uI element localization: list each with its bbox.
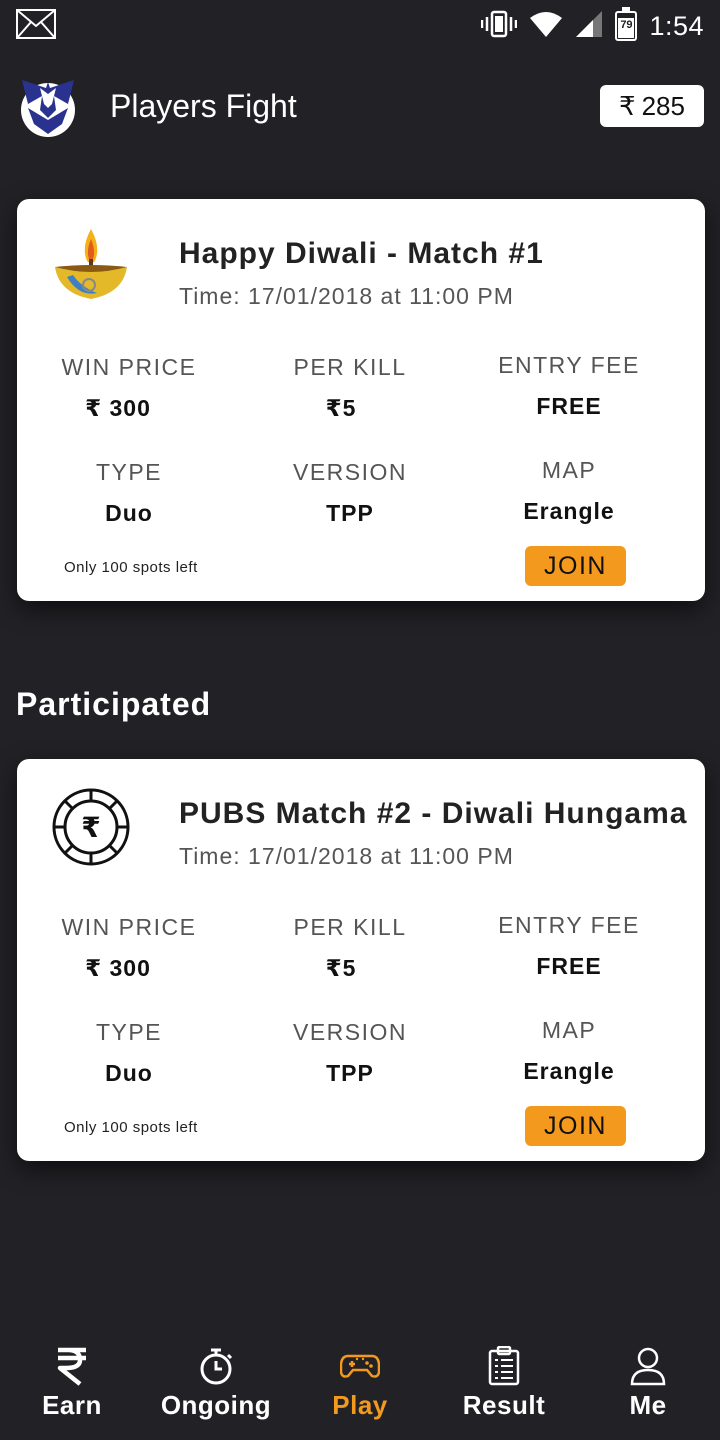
nav-label-ongoing: Ongoing: [160, 1390, 272, 1420]
win-price-value: ₹ 300: [85, 955, 151, 981]
status-clock: 1:54: [649, 10, 704, 41]
nav-item-me[interactable]: Me: [576, 1330, 720, 1440]
entry-fee-stat: ENTRY FEE FREE: [469, 912, 669, 980]
app-title: Players Fight: [110, 87, 297, 124]
map-stat: MAP Erangle: [469, 457, 669, 525]
wallet-balance: 285: [641, 90, 685, 121]
nav-item-ongoing[interactable]: Ongoing: [144, 1330, 288, 1440]
per-kill-label: PER KILL: [293, 914, 407, 940]
entry-fee-value: FREE: [536, 393, 602, 419]
win-price-stat: WIN PRICE ₹ 300: [29, 914, 229, 982]
type-stat: TYPE Duo: [29, 1019, 229, 1087]
mail-notification-icon: [16, 8, 56, 44]
type-value: Duo: [105, 500, 153, 526]
nav-label-play: Play: [332, 1390, 388, 1420]
match-card[interactable]: Happy Diwali - Match #1 Time: 17/01/2018…: [17, 199, 705, 601]
status-icons: 79 1:54: [481, 7, 704, 44]
type-label: TYPE: [95, 459, 163, 485]
per-kill-value: ₹5: [325, 955, 357, 981]
win-price-label: WIN PRICE: [61, 354, 197, 380]
wifi-icon: [529, 10, 563, 43]
nav-item-result[interactable]: Result: [432, 1330, 576, 1440]
entry-fee-label: ENTRY FEE: [498, 352, 640, 378]
map-label: MAP: [541, 457, 597, 483]
stopwatch-icon: [196, 1346, 236, 1386]
app-logo-icon: [16, 74, 80, 138]
win-price-label: WIN PRICE: [61, 914, 197, 940]
svg-text:₹: ₹: [81, 811, 100, 844]
cell-signal-icon: [575, 10, 603, 43]
clipboard-icon: [484, 1346, 524, 1386]
map-value: Erangle: [523, 1058, 615, 1084]
win-price-stat: WIN PRICE ₹ 300: [29, 354, 229, 422]
match-time: Time: 17/01/2018 at 11:00 PM: [179, 843, 514, 869]
entry-fee-stat: ENTRY FEE FREE: [469, 352, 669, 420]
nav-item-earn[interactable]: Earn: [0, 1330, 144, 1440]
version-label: VERSION: [292, 1019, 408, 1045]
gamepad-icon: [340, 1346, 380, 1386]
nav-label-earn: Earn: [42, 1390, 102, 1420]
per-kill-label: PER KILL: [293, 354, 407, 380]
version-value: TPP: [326, 500, 374, 526]
version-stat: VERSION TPP: [250, 1019, 450, 1087]
map-value: Erangle: [523, 498, 615, 524]
per-kill-stat: PER KILL ₹5: [250, 914, 450, 982]
spots-left-text: Only 100 spots left: [64, 559, 198, 576]
bottom-nav: Earn Ongoing Play Result Me: [0, 1330, 720, 1440]
wallet-currency: ₹: [619, 90, 636, 121]
spots-left-text: Only 100 spots left: [64, 1119, 198, 1136]
nav-label-result: Result: [462, 1390, 546, 1420]
version-stat: VERSION TPP: [250, 459, 450, 527]
status-bar: 79 1:54: [0, 0, 720, 52]
participated-heading: Participated: [16, 686, 212, 722]
version-label: VERSION: [292, 459, 408, 485]
nav-item-play[interactable]: Play: [288, 1330, 432, 1440]
match-title: PUBS Match #2 - Diwali Hungama: [179, 797, 688, 830]
battery-icon: 79: [615, 7, 638, 41]
app-bar: Players Fight ₹ 285: [0, 66, 720, 146]
entry-fee-value: FREE: [536, 953, 602, 979]
map-label: MAP: [541, 1017, 597, 1043]
match-time: Time: 17/01/2018 at 11:00 PM: [179, 283, 514, 309]
diya-lamp-icon: [51, 227, 131, 307]
join-button[interactable]: JOIN: [525, 1106, 626, 1146]
nav-label-me: Me: [629, 1390, 667, 1420]
join-button[interactable]: JOIN: [525, 546, 626, 586]
rupee-icon: [52, 1346, 92, 1386]
rupee-chip-icon: ₹: [51, 787, 131, 867]
vibrate-icon: [481, 9, 518, 44]
type-value: Duo: [105, 1060, 153, 1086]
battery-level: 79: [620, 19, 633, 31]
wallet-balance-button[interactable]: ₹ 285: [600, 85, 704, 127]
user-icon: [628, 1346, 668, 1386]
version-value: TPP: [326, 1060, 374, 1086]
type-label: TYPE: [95, 1019, 163, 1045]
win-price-value: ₹ 300: [85, 395, 151, 421]
entry-fee-label: ENTRY FEE: [498, 912, 640, 938]
per-kill-stat: PER KILL ₹5: [250, 354, 450, 422]
map-stat: MAP Erangle: [469, 1017, 669, 1085]
match-title: Happy Diwali - Match #1: [179, 237, 544, 270]
per-kill-value: ₹5: [325, 395, 357, 421]
participated-match-card[interactable]: ₹ PUBS Match #2 - Diwali Hungama Time: 1…: [17, 759, 705, 1161]
type-stat: TYPE Duo: [29, 459, 229, 527]
